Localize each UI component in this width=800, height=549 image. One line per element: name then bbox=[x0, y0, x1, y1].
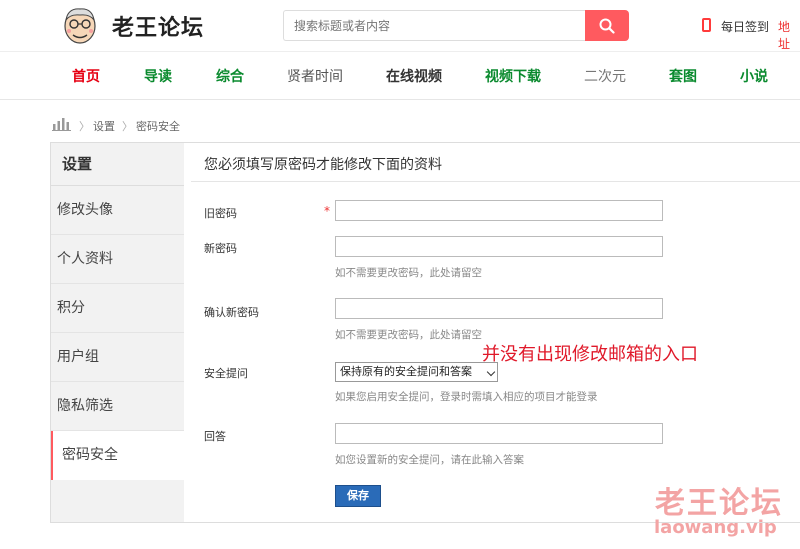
confirm-password-hint: 如不需要更改密码，此处请留空 bbox=[335, 329, 482, 341]
sidebar-item-usergroup[interactable]: 用户组 bbox=[51, 333, 184, 382]
logo-avatar-icon[interactable] bbox=[60, 6, 100, 48]
nav-item-home[interactable]: 首页 bbox=[72, 66, 100, 86]
settings-panel: 设置 修改头像 个人资料 积分 用户组 隐私筛选 密码安全 您必须填写原密码才能… bbox=[50, 142, 800, 523]
breadcrumb-settings[interactable]: 设置 bbox=[93, 118, 115, 134]
nav-item-video-download[interactable]: 视频下载 bbox=[485, 66, 541, 86]
site-name[interactable]: 老王论坛 bbox=[112, 10, 204, 42]
answer-input[interactable] bbox=[335, 423, 663, 444]
security-question-hint: 如果您启用安全提问，登录时需填入相应的项目才能登录 bbox=[335, 391, 598, 403]
answer-label: 回答 bbox=[204, 430, 226, 443]
confirm-password-label: 确认新密码 bbox=[204, 306, 259, 319]
nav-item-novel[interactable]: 小说 bbox=[740, 66, 768, 86]
chevron-down-icon bbox=[486, 367, 496, 377]
sidebar-title: 设置 bbox=[51, 143, 184, 186]
search-button[interactable] bbox=[585, 10, 629, 41]
form-title: 您必须填写原密码才能修改下面的资料 bbox=[204, 157, 442, 173]
main-nav: 首页 导读 综合 贤者时间 在线视频 视频下载 二次元 套图 小说 bbox=[0, 52, 800, 100]
sidebar-item-privacy[interactable]: 隐私筛选 bbox=[51, 382, 184, 431]
watermark-text: 老王论坛 bbox=[655, 486, 783, 521]
old-password-label: 旧密码 bbox=[204, 207, 237, 220]
breadcrumb-current[interactable]: 密码安全 bbox=[136, 118, 180, 134]
nav-item-sage-time[interactable]: 贤者时间 bbox=[287, 66, 343, 86]
save-button[interactable]: 保存 bbox=[335, 485, 381, 507]
security-question-label: 安全提问 bbox=[204, 367, 248, 380]
annotation-text: 并没有出现修改邮箱的入口 bbox=[482, 344, 698, 365]
new-password-input[interactable] bbox=[335, 236, 663, 257]
new-password-label: 新密码 bbox=[204, 242, 237, 255]
divider bbox=[191, 181, 800, 182]
address-link[interactable]: 地址 bbox=[778, 18, 800, 52]
nav-item-online-video[interactable]: 在线视频 bbox=[386, 66, 442, 86]
settings-sidebar: 设置 修改头像 个人资料 积分 用户组 隐私筛选 密码安全 bbox=[51, 143, 184, 522]
daily-checkin-link[interactable]: 每日签到 bbox=[721, 18, 769, 35]
nav-item-general[interactable]: 综合 bbox=[216, 66, 244, 86]
required-mark: * bbox=[324, 204, 330, 218]
sidebar-item-profile[interactable]: 个人资料 bbox=[51, 235, 184, 284]
sidebar-item-points[interactable]: 积分 bbox=[51, 284, 184, 333]
nav-item-gallery[interactable]: 套图 bbox=[669, 66, 697, 86]
old-password-input[interactable] bbox=[335, 200, 663, 221]
breadcrumb-separator: 〉 bbox=[79, 120, 90, 133]
confirm-password-input[interactable] bbox=[335, 298, 663, 319]
watermark-url: laowang.vip bbox=[654, 517, 777, 538]
nav-item-anime[interactable]: 二次元 bbox=[584, 66, 626, 86]
home-icon[interactable] bbox=[52, 117, 72, 131]
new-password-hint: 如不需要更改密码，此处请留空 bbox=[335, 267, 482, 279]
search-input[interactable] bbox=[283, 10, 586, 41]
phone-icon bbox=[702, 18, 711, 32]
site-header: 老王论坛 每日签到 地址 bbox=[0, 0, 800, 52]
security-question-value: 保持原有的安全提问和答案 bbox=[340, 365, 472, 378]
nav-item-guide[interactable]: 导读 bbox=[144, 66, 172, 86]
answer-hint: 如您设置新的安全提问，请在此输入答案 bbox=[335, 454, 524, 466]
sidebar-item-avatar[interactable]: 修改头像 bbox=[51, 186, 184, 235]
breadcrumb-separator: 〉 bbox=[122, 120, 133, 133]
security-question-select[interactable]: 保持原有的安全提问和答案 bbox=[335, 362, 498, 382]
sidebar-item-password-security[interactable]: 密码安全 bbox=[51, 431, 184, 480]
search-icon bbox=[599, 18, 615, 34]
